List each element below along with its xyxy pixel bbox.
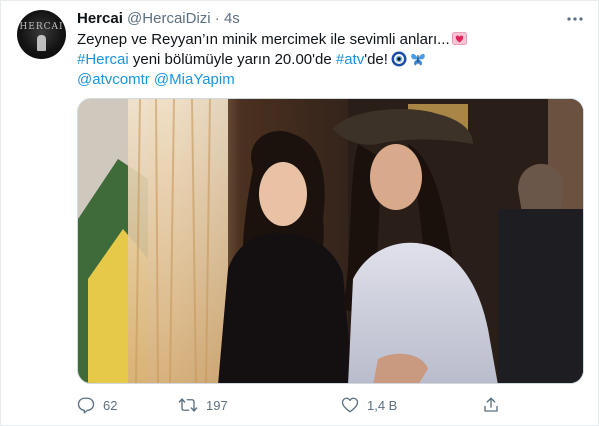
tweet-media-photo[interactable] bbox=[77, 98, 584, 384]
tweet-line-2: #Hercai yeni bölümüyle yarın 20.00'de #a… bbox=[77, 50, 577, 70]
tweet-actions: 62 197 1,4 B bbox=[77, 393, 517, 417]
avatar-figure bbox=[37, 35, 46, 51]
tweet-text: Zeynep ve Reyyan’ın minik mercimek ile s… bbox=[77, 30, 577, 90]
reply-count: 62 bbox=[103, 397, 118, 413]
avatar-logo-text: HERCAI bbox=[19, 22, 64, 32]
more-icon[interactable] bbox=[564, 11, 586, 27]
retweet-count: 197 bbox=[206, 397, 228, 413]
user-handle[interactable]: @HercaiDizi bbox=[127, 10, 211, 27]
timestamp[interactable]: 4s bbox=[224, 10, 240, 27]
butterfly-emoji-icon bbox=[410, 51, 426, 67]
separator-dot: · bbox=[214, 10, 220, 27]
nazar-emoji-icon bbox=[391, 51, 407, 67]
avatar[interactable]: HERCAI bbox=[17, 10, 66, 59]
tweet-line-1-text: Zeynep ve Reyyan’ın minik mercimek ile s… bbox=[77, 31, 450, 48]
share-icon bbox=[484, 397, 498, 412]
tweet-line-2-text: yeni bölümüyle yarın 20.00'de bbox=[128, 51, 336, 68]
hashtag-atv[interactable]: #atv bbox=[336, 51, 364, 68]
mention-miayapim[interactable]: @MiaYapim bbox=[154, 71, 235, 88]
tweet-line-1: Zeynep ve Reyyan’ın minik mercimek ile s… bbox=[77, 30, 577, 50]
retweet-icon bbox=[178, 398, 198, 412]
reply-button[interactable]: 62 bbox=[77, 393, 117, 417]
mention-atvcomtr[interactable]: @atvcomtr bbox=[77, 71, 150, 88]
reply-icon bbox=[77, 397, 95, 414]
heart-icon bbox=[341, 397, 359, 413]
retweet-button[interactable]: 197 bbox=[178, 393, 228, 417]
like-button[interactable]: 1,4 B bbox=[341, 393, 397, 417]
heart-emoji-icon bbox=[451, 31, 467, 45]
photo-illustration bbox=[78, 99, 583, 383]
share-button[interactable] bbox=[482, 393, 508, 417]
tweet-line-3: @atvcomtr @MiaYapim bbox=[77, 70, 577, 90]
tweet-card[interactable]: HERCAI Hercai @HercaiDizi · 4s Zeynep ve… bbox=[0, 0, 599, 426]
hashtag-hercai[interactable]: #Hercai bbox=[77, 51, 129, 68]
like-count: 1,4 B bbox=[367, 397, 398, 413]
display-name[interactable]: Hercai bbox=[77, 10, 123, 27]
tweet-line-2-suffix: 'de! bbox=[364, 51, 388, 68]
tweet-header: Hercai @HercaiDizi · 4s bbox=[77, 9, 240, 29]
